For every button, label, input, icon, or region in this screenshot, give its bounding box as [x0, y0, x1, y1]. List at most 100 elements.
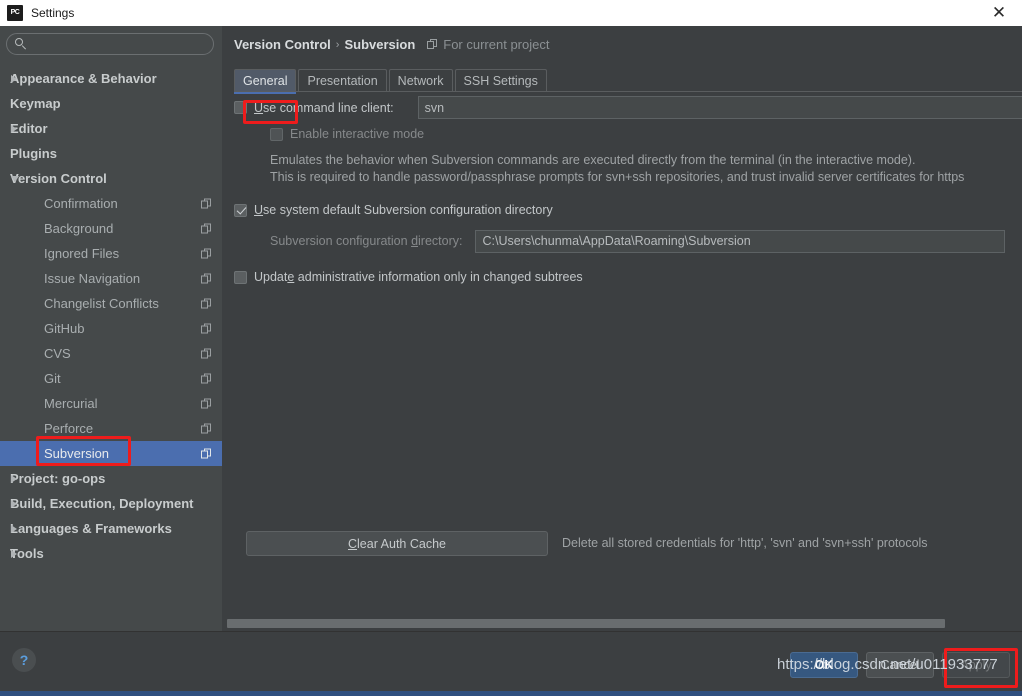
- sidebar-item-mercurial[interactable]: Mercurial: [0, 391, 222, 416]
- chevron-down-icon[interactable]: [11, 175, 19, 182]
- sidebar-item-project-go-ops[interactable]: Project: go-ops: [0, 466, 222, 491]
- settings-content-panel: Version Control › Subversion For current…: [222, 26, 1022, 631]
- sidebar-item-cvs[interactable]: CVS: [0, 341, 222, 366]
- breadcrumb-separator-icon: ›: [335, 38, 340, 51]
- chevron-right-icon[interactable]: [11, 499, 17, 508]
- sidebar-item-label: Version Control: [10, 171, 107, 186]
- content-horizontal-scrollbar[interactable]: [226, 618, 1018, 629]
- config-directory-label: Subversion configuration directory:: [270, 234, 463, 248]
- use-command-line-row: Use command line client:: [234, 94, 1022, 121]
- sidebar-item-changelist-conflicts[interactable]: Changelist Conflicts: [0, 291, 222, 316]
- enable-interactive-label: Enable interactive mode: [290, 127, 425, 141]
- tab-network[interactable]: Network: [388, 69, 453, 92]
- scrollbar-thumb[interactable]: [227, 619, 945, 628]
- copy-settings-icon[interactable]: [201, 398, 212, 409]
- tabs-underline: [234, 91, 1022, 92]
- sidebar-item-label: Keymap: [10, 96, 61, 111]
- tab-general[interactable]: General: [234, 69, 297, 94]
- config-directory-row: Subversion configuration directory:: [234, 225, 1022, 257]
- title-bar: PC Settings ✕: [0, 0, 1022, 27]
- settings-dialog: PC Settings ✕ Appearance & Behavior Keyma…: [0, 0, 1022, 696]
- sidebar-item-plugins[interactable]: Plugins: [0, 141, 222, 166]
- sidebar-item-confirmation[interactable]: Confirmation: [0, 191, 222, 216]
- bottom-accent-strip: [0, 691, 1022, 696]
- use-command-line-label[interactable]: Use command line client:: [254, 101, 394, 115]
- search-icon: [15, 38, 27, 50]
- use-command-line-checkbox[interactable]: [234, 101, 247, 114]
- dialog-body: Appearance & Behavior Keymap Editor Plugins…: [0, 26, 1022, 696]
- tab-label: Presentation: [307, 74, 378, 88]
- tab-ssh-settings[interactable]: SSH Settings: [454, 69, 547, 92]
- chevron-right-icon[interactable]: [11, 124, 17, 133]
- sidebar-item-editor[interactable]: Editor: [0, 116, 222, 141]
- config-directory-input[interactable]: [475, 229, 1006, 253]
- settings-tabs: General Presentation Network SSH Settings: [234, 68, 549, 94]
- copy-settings-icon[interactable]: [201, 348, 212, 359]
- help-icon[interactable]: ?: [12, 648, 36, 672]
- search-box[interactable]: [6, 33, 214, 55]
- sidebar-item-label: Subversion: [44, 446, 110, 461]
- update-admin-checkbox[interactable]: [234, 270, 247, 284]
- sidebar-item-label: GitHub: [44, 321, 85, 336]
- sidebar-item-label: Plugins: [10, 146, 57, 161]
- update-admin-row: Update administrative information only i…: [234, 262, 1022, 292]
- sidebar-item-label: Languages & Frameworks: [10, 521, 172, 536]
- copy-settings-icon[interactable]: [201, 198, 212, 209]
- sidebar-item-version-control[interactable]: Version Control: [0, 166, 222, 191]
- copy-settings-icon[interactable]: [201, 423, 212, 434]
- copy-settings-icon[interactable]: [201, 373, 212, 384]
- copy-settings-icon[interactable]: [201, 298, 212, 309]
- sidebar-item-appearance-behavior[interactable]: Appearance & Behavior: [0, 66, 222, 91]
- sidebar-item-github[interactable]: GitHub: [0, 316, 222, 341]
- sidebar-item-label: Background: [44, 221, 114, 236]
- settings-tree: Appearance & Behavior Keymap Editor Plugins…: [0, 66, 222, 566]
- sidebar-item-label: Perforce: [44, 421, 94, 436]
- watermark-text: https://blog.csdn.net/u011933777: [777, 656, 998, 673]
- scope-label: For current project: [443, 37, 550, 52]
- sidebar-item-label: Mercurial: [44, 396, 98, 411]
- sidebar-item-background[interactable]: Background: [0, 216, 222, 241]
- interactive-mode-description: Emulates the behavior when Subversion co…: [234, 147, 1022, 186]
- description-line-1: Emulates the behavior when Subversion co…: [270, 153, 916, 167]
- breadcrumb-current: Subversion: [344, 37, 416, 52]
- sidebar-item-build-execution-deployment[interactable]: Build, Execution, Deployment: [0, 491, 222, 516]
- sidebar-item-subversion[interactable]: Subversion: [0, 441, 222, 466]
- sidebar-item-label: Confirmation: [44, 196, 118, 211]
- copy-settings-icon[interactable]: [201, 448, 212, 459]
- use-system-default-checkbox[interactable]: [234, 203, 247, 217]
- general-tab-form: Use command line client: Enable interact…: [234, 94, 1022, 292]
- sidebar-item-tools[interactable]: Tools: [0, 541, 222, 566]
- search-input[interactable]: [27, 37, 213, 51]
- enable-interactive-row: Enable interactive mode: [234, 121, 1022, 147]
- chevron-right-icon[interactable]: [11, 74, 17, 83]
- chevron-right-icon[interactable]: [11, 549, 17, 558]
- update-admin-label[interactable]: Update administrative information only i…: [254, 270, 583, 284]
- sidebar-item-languages-frameworks[interactable]: Languages & Frameworks: [0, 516, 222, 541]
- breadcrumb-parent[interactable]: Version Control: [234, 37, 331, 52]
- sidebar-item-git[interactable]: Git: [0, 366, 222, 391]
- chevron-right-icon[interactable]: [11, 474, 17, 483]
- sidebar-item-label: Project: go-ops: [10, 471, 106, 486]
- tab-label: Network: [397, 74, 444, 88]
- sidebar-item-keymap[interactable]: Keymap: [0, 91, 222, 116]
- sidebar-item-perforce[interactable]: Perforce: [0, 416, 222, 441]
- copy-settings-icon[interactable]: [201, 223, 212, 234]
- clear-auth-cache-button[interactable]: Clear Auth Cache: [246, 531, 548, 556]
- command-line-client-input[interactable]: [417, 96, 1022, 119]
- tab-presentation[interactable]: Presentation: [298, 69, 387, 92]
- search-field-wrapper: [6, 33, 214, 55]
- settings-sidebar: Appearance & Behavior Keymap Editor Plugins…: [0, 26, 223, 631]
- description-line-2: This is required to handle password/pass…: [270, 170, 965, 184]
- sidebar-item-label: Git: [44, 371, 61, 386]
- sidebar-item-ignored-files[interactable]: Ignored Files: [0, 241, 222, 266]
- sidebar-item-label: Changelist Conflicts: [44, 296, 159, 311]
- enable-interactive-checkbox[interactable]: [270, 127, 283, 141]
- copy-settings-icon[interactable]: [201, 248, 212, 259]
- sidebar-item-issue-navigation[interactable]: Issue Navigation: [0, 266, 222, 291]
- use-system-default-label[interactable]: Use system default Subversion configurat…: [254, 203, 553, 217]
- copy-settings-icon[interactable]: [201, 273, 212, 284]
- close-icon[interactable]: ✕: [976, 0, 1022, 26]
- chevron-right-icon[interactable]: [11, 524, 17, 533]
- sidebar-item-label: Build, Execution, Deployment: [10, 496, 194, 511]
- copy-settings-icon[interactable]: [201, 323, 212, 334]
